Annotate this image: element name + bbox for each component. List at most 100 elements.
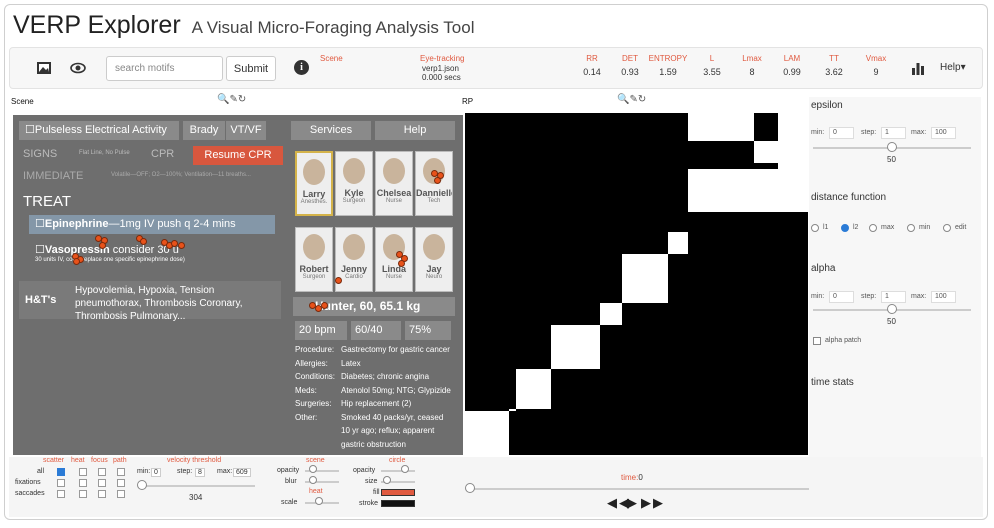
distance-label-l2: l2 xyxy=(853,224,859,231)
detail-row: Other: Smoked 40 packs/yr, ceased xyxy=(295,412,444,422)
time-slider[interactable] xyxy=(469,488,809,490)
rp-block xyxy=(551,325,600,369)
scene-ht: H&T's Hypovolemia, Hypoxia, Tension pneu… xyxy=(19,281,281,322)
scene-vital-hr: 20 bpm xyxy=(295,321,347,340)
scene-view: ☐Pulseless Electrical Activity Brady VT/… xyxy=(13,115,463,455)
rp-panel-label: RP xyxy=(462,97,474,106)
distance-radio-l1[interactable] xyxy=(811,224,819,232)
velocity-max-input[interactable]: 609 xyxy=(233,468,251,477)
checkbox[interactable] xyxy=(79,468,87,476)
checkbox[interactable] xyxy=(98,468,106,476)
checkbox[interactable] xyxy=(57,468,65,476)
app-frame: VERP Explorer A Visual Micro-Foraging An… xyxy=(4,4,988,520)
person-card: Jay Neuro xyxy=(415,227,453,292)
checkbox[interactable] xyxy=(79,479,87,487)
distance-radio-min[interactable] xyxy=(907,224,915,232)
distance-label-edit: edit xyxy=(955,224,967,231)
image-icon[interactable] xyxy=(36,60,52,76)
circle-opacity-knob[interactable] xyxy=(401,465,409,473)
distance-radio-l2[interactable] xyxy=(841,224,849,232)
scene-label: Scene xyxy=(320,54,343,63)
rp-block xyxy=(688,212,754,226)
circle-fill-swatch[interactable] xyxy=(381,489,415,496)
checkbox[interactable] xyxy=(79,490,87,498)
detail-row: 10 yr ago; reflux; apparent xyxy=(341,426,435,435)
detail-row: Procedure: Gastrectomy for gastric cancer xyxy=(295,345,450,354)
app-title: VERP Explorer A Visual Micro-Foraging An… xyxy=(13,11,474,40)
velocity-min-input[interactable]: 0 xyxy=(151,468,161,477)
heat-scale-knob[interactable] xyxy=(315,497,323,505)
scene-panel-label: Scene xyxy=(11,97,34,106)
checkbox[interactable] xyxy=(57,479,65,487)
gaze-dot xyxy=(398,260,405,267)
eyetracking-label: Eye-tracking xyxy=(420,54,465,63)
eye-icon[interactable] xyxy=(70,60,86,76)
rp-tools-icons[interactable]: 🔍✎↻ xyxy=(617,94,646,105)
checkbox[interactable] xyxy=(98,479,106,487)
scene-immediate: IMMEDIATE xyxy=(23,170,84,182)
alpha-min-label: min: xyxy=(811,293,825,300)
circle-opacity-slider[interactable] xyxy=(381,470,415,472)
checkbox[interactable] xyxy=(117,468,125,476)
col-path: path xyxy=(113,457,127,464)
distance-radio-edit[interactable] xyxy=(943,224,951,232)
row-saccades: saccades xyxy=(15,490,45,497)
metric-rr: RR 0.14 xyxy=(583,54,601,77)
metric-det: DET 0.93 xyxy=(621,54,639,77)
scene-header: ☐Pulseless Electrical Activity xyxy=(19,121,179,140)
distance-label-min: min xyxy=(919,224,931,231)
scene-help: Help xyxy=(375,121,455,140)
circle-size-knob[interactable] xyxy=(383,476,391,484)
scene-vital-bp: 60/40 xyxy=(351,321,401,340)
circle-stroke-swatch[interactable] xyxy=(381,500,415,507)
epsilon-step-label: step: xyxy=(861,129,877,136)
velocity-slider[interactable] xyxy=(139,485,255,487)
bar-chart-icon[interactable] xyxy=(910,60,926,76)
gaze-dot xyxy=(73,258,80,265)
fast-forward-icon[interactable]: ▶▶ xyxy=(641,495,665,511)
velocity-slider-knob[interactable] xyxy=(137,480,147,490)
scene-vaso: ☐Vasopressin consider 30 u xyxy=(35,244,179,256)
epsilon-label: epsilon xyxy=(811,100,843,111)
checkbox[interactable] xyxy=(117,490,125,498)
alpha-max-input[interactable]: 100 xyxy=(931,291,956,303)
recurrence-plot xyxy=(465,113,808,455)
search-input[interactable] xyxy=(106,56,223,81)
scene-tools-icons[interactable]: 🔍✎↻ xyxy=(217,94,246,105)
detail-row: Meds: Atenolol 50mg; NTG; Glypizide xyxy=(295,385,451,395)
velocity-step-input[interactable]: 8 xyxy=(195,468,205,477)
rp-block xyxy=(509,409,516,411)
scene-blur-knob[interactable] xyxy=(309,476,317,484)
alpha-slider-knob[interactable] xyxy=(887,304,897,314)
epsilon-slider-knob[interactable] xyxy=(887,142,897,152)
time-slider-knob[interactable] xyxy=(465,483,475,493)
checkbox[interactable] xyxy=(98,490,106,498)
epsilon-step-input[interactable]: 1 xyxy=(881,127,906,139)
play-icon[interactable]: ▶ xyxy=(627,495,639,511)
epsilon-max-input[interactable]: 100 xyxy=(931,127,956,139)
help-menu[interactable]: Help▾ xyxy=(940,62,966,73)
submit-button[interactable]: Submit xyxy=(226,56,276,81)
scene-signs: SIGNS xyxy=(23,148,58,160)
gaze-dot xyxy=(335,277,342,284)
alpha-patch-checkbox[interactable] xyxy=(813,337,821,345)
info-icon[interactable]: i xyxy=(294,60,309,75)
person-card: Robert Surgeon xyxy=(295,227,333,292)
time-stats-label: time stats xyxy=(811,377,854,388)
scene-opacity-knob[interactable] xyxy=(309,465,317,473)
alpha-min-input[interactable]: 0 xyxy=(829,291,854,303)
rp-block xyxy=(778,113,808,169)
eyetracking-time: 0.000 secs xyxy=(422,73,461,82)
checkbox[interactable] xyxy=(117,479,125,487)
rp-block xyxy=(600,303,622,325)
metric-tt: TT 3.62 xyxy=(825,54,843,77)
velocity-step-label: step: xyxy=(177,468,193,475)
alpha-step-input[interactable]: 1 xyxy=(881,291,906,303)
epsilon-min-input[interactable]: 0 xyxy=(829,127,854,139)
distance-radio-max[interactable] xyxy=(869,224,877,232)
scene-resume-cpr: Resume CPR xyxy=(193,146,283,165)
scene-brady: Brady xyxy=(183,121,225,140)
scene-opacity-label: opacity xyxy=(277,467,300,474)
rp-block xyxy=(668,232,688,254)
checkbox[interactable] xyxy=(57,490,65,498)
